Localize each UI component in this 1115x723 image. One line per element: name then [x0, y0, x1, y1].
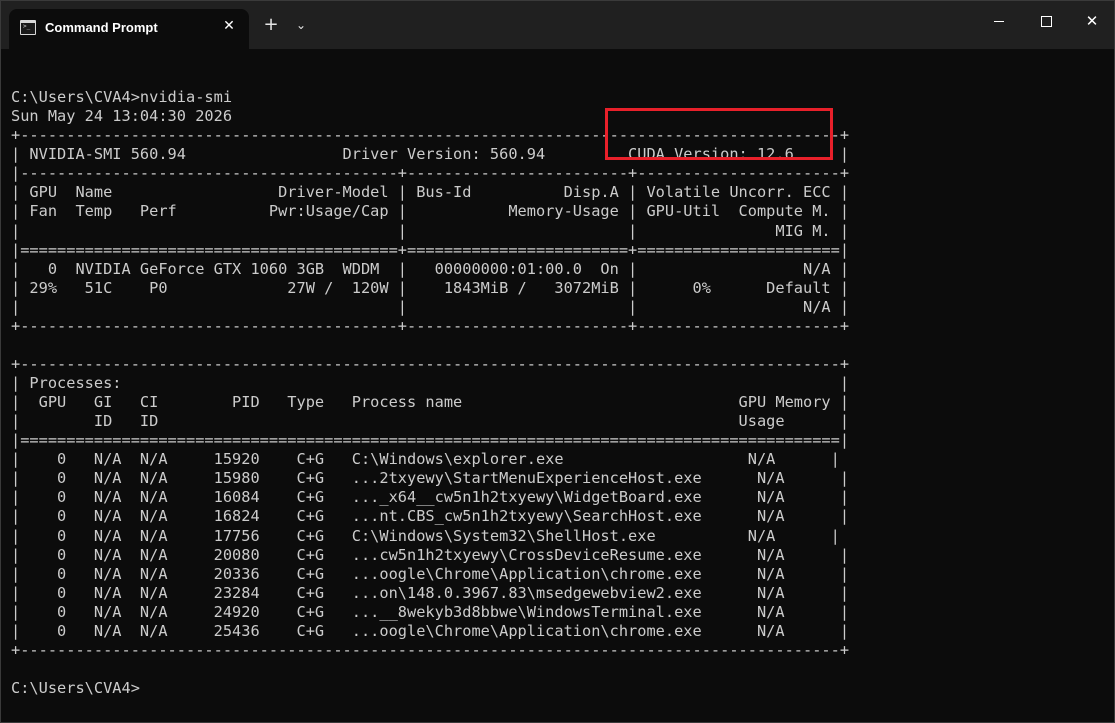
terminal-line: | Fan Temp Perf Pwr:Usage/Cap | Memory-U… — [11, 202, 850, 221]
minimize-icon — [994, 21, 1004, 22]
close-icon: ✕ — [1085, 12, 1099, 30]
close-window-button[interactable]: ✕ — [1069, 1, 1114, 41]
terminal-line: | 0 N/A N/A 20080 C+G ...cw5n1h2txyewy\C… — [11, 545, 850, 564]
minimize-button[interactable] — [976, 1, 1022, 41]
tab-command-prompt[interactable]: >_ Command Prompt ✕ — [9, 9, 249, 49]
terminal-line: | Processes: | — [11, 374, 850, 392]
terminal-line: | 0 N/A N/A 23284 C+G ...on\148.0.3967.8… — [11, 583, 850, 602]
terminal-line: C:\Users\CVA4>nvidia-smi — [11, 88, 233, 107]
title-bar[interactable]: >_ Command Prompt ✕ + ⌄ ✕ — [1, 1, 1114, 49]
terminal-line: | 29% 51C P0 27W / 120W | 1843MiB / 3072… — [11, 278, 850, 297]
terminal-line: | GPU GI CI PID Type Process name GPU Me… — [11, 393, 850, 412]
terminal-line: |=======================================… — [11, 240, 850, 259]
terminal-line: |---------------------------------------… — [11, 164, 850, 183]
terminal-line: +---------------------------------------… — [11, 640, 850, 659]
tab-close-icon[interactable]: ✕ — [221, 18, 237, 34]
terminal-line: | 0 N/A N/A 16084 C+G ..._x64__cw5n1h2tx… — [11, 488, 850, 507]
terminal-line: | ID ID Usage | — [11, 412, 850, 431]
maximize-button[interactable] — [1023, 1, 1069, 41]
chevron-down-icon[interactable]: ⌄ — [291, 15, 311, 35]
terminal-line: | GPU Name Driver-Model | Bus-Id Disp.A … — [11, 183, 850, 202]
terminal-line: | | | N/A | — [11, 297, 850, 316]
cuda-version-highlight — [605, 108, 833, 160]
terminal-line: | 0 N/A N/A 24920 C+G ...__8wekyb3d8bbwe… — [11, 602, 850, 621]
terminal-line: | 0 NVIDIA GeForce GTX 1060 3GB WDDM | 0… — [11, 259, 850, 278]
maximize-icon — [1041, 16, 1052, 27]
terminal-line: | 0 N/A N/A 25436 C+G ...oogle\Chrome\Ap… — [11, 621, 850, 640]
terminal-line: | 0 N/A N/A 15980 C+G ...2txyewy\StartMe… — [11, 469, 850, 488]
terminal-line: |=======================================… — [11, 431, 850, 450]
terminal-line: +---------------------------------------… — [11, 316, 850, 335]
terminal-output[interactable]: C:\Users\CVA4>nvidia-smi Sun May 24 13:04… — [11, 69, 849, 698]
terminal-line: | | | MIG M. | — [11, 221, 850, 240]
terminal-line: +---------------------------------------… — [11, 354, 850, 373]
tab-title: Command Prompt — [45, 20, 158, 35]
terminal-line: | 0 N/A N/A 15920 C+G C:\Windows\explore… — [11, 450, 840, 469]
new-tab-icon[interactable]: + — [261, 14, 281, 36]
terminal-line: | 0 N/A N/A 16824 C+G ...nt.CBS_cw5n1h2t… — [11, 507, 850, 526]
terminal-line: | 0 N/A N/A 17756 C+G C:\Windows\System3… — [11, 526, 840, 545]
terminal-line: | 0 N/A N/A 20336 C+G ...oogle\Chrome\Ap… — [11, 564, 850, 583]
terminal-window: >_ Command Prompt ✕ + ⌄ ✕ C:\Users\CVA4>… — [0, 0, 1115, 723]
command-prompt-icon: >_ — [20, 20, 36, 35]
terminal-line: C:\Users\CVA4> — [11, 679, 140, 697]
